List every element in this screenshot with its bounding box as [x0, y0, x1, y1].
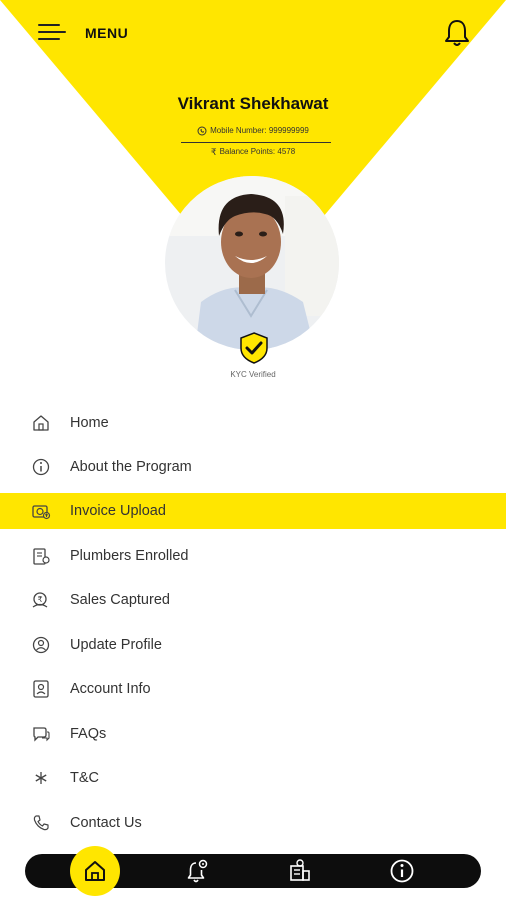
menu-item-label: Plumbers Enrolled	[70, 548, 189, 564]
menu-item-sales-captured[interactable]: ₹ Sales Captured	[0, 582, 506, 618]
info-icon	[32, 458, 50, 476]
terms-icon	[35, 772, 47, 784]
menu-item-label: Sales Captured	[70, 592, 170, 608]
menu-item-invoice-upload[interactable]: Invoice Upload	[0, 493, 506, 529]
kyc-shield-icon	[240, 332, 268, 364]
notification-settings-icon[interactable]	[184, 858, 210, 884]
menu-item-label: About the Program	[70, 459, 192, 475]
menu-item-terms[interactable]: T&C	[0, 760, 506, 796]
mobile-number-row: Mobile Number: 999999999	[0, 126, 506, 136]
mobile-number: Mobile Number: 999999999	[210, 126, 309, 136]
menu-item-label: Invoice Upload	[70, 503, 166, 519]
menu-item-label: T&C	[70, 770, 99, 786]
home-icon	[33, 415, 49, 431]
bell-icon[interactable]	[443, 18, 471, 48]
menu-item-label: Update Profile	[70, 637, 162, 653]
menu-item-label: FAQs	[70, 726, 107, 742]
info-icon[interactable]	[389, 858, 415, 884]
faq-icon	[33, 727, 50, 742]
home-icon	[85, 861, 105, 881]
svg-text:₹: ₹	[37, 595, 42, 604]
contact-icon	[33, 815, 49, 831]
menu-item-update-profile[interactable]: Update Profile	[0, 627, 506, 663]
balance-points: Balance Points: 4578	[219, 147, 296, 157]
rupee-icon: ₹	[210, 147, 217, 157]
menu-item-about[interactable]: About the Program	[0, 449, 506, 485]
hamburger-icon[interactable]	[38, 22, 66, 44]
top-bar: MENU	[0, 0, 506, 68]
menu-item-plumbers-enrolled[interactable]: Plumbers Enrolled	[0, 538, 506, 574]
menu-item-home[interactable]: Home	[0, 405, 506, 441]
sales-building-icon[interactable]	[287, 858, 313, 884]
avatar	[165, 176, 339, 350]
profile-divider	[181, 142, 331, 143]
menu-title: MENU	[85, 25, 129, 41]
phone-icon	[197, 126, 207, 136]
account-icon	[33, 680, 49, 698]
plumbers-icon	[33, 548, 50, 565]
user-name: Vikrant Shekhawat	[177, 94, 329, 113]
menu-item-label: Contact Us	[70, 815, 142, 831]
menu-item-faqs[interactable]: FAQs	[0, 716, 506, 752]
sales-icon: ₹	[32, 592, 48, 608]
kyc-status: KYC Verified	[230, 370, 276, 379]
invoice-upload-icon	[32, 505, 51, 520]
balance-points-row: ₹ Balance Points: 4578	[0, 147, 506, 157]
profile-icon	[32, 636, 50, 654]
menu-item-label: Home	[70, 415, 109, 431]
nav-home-button[interactable]	[70, 846, 120, 896]
menu-item-contact-us[interactable]: Contact Us	[0, 805, 506, 841]
menu-item-label: Account Info	[70, 681, 151, 697]
menu-item-account-info[interactable]: Account Info	[0, 671, 506, 707]
